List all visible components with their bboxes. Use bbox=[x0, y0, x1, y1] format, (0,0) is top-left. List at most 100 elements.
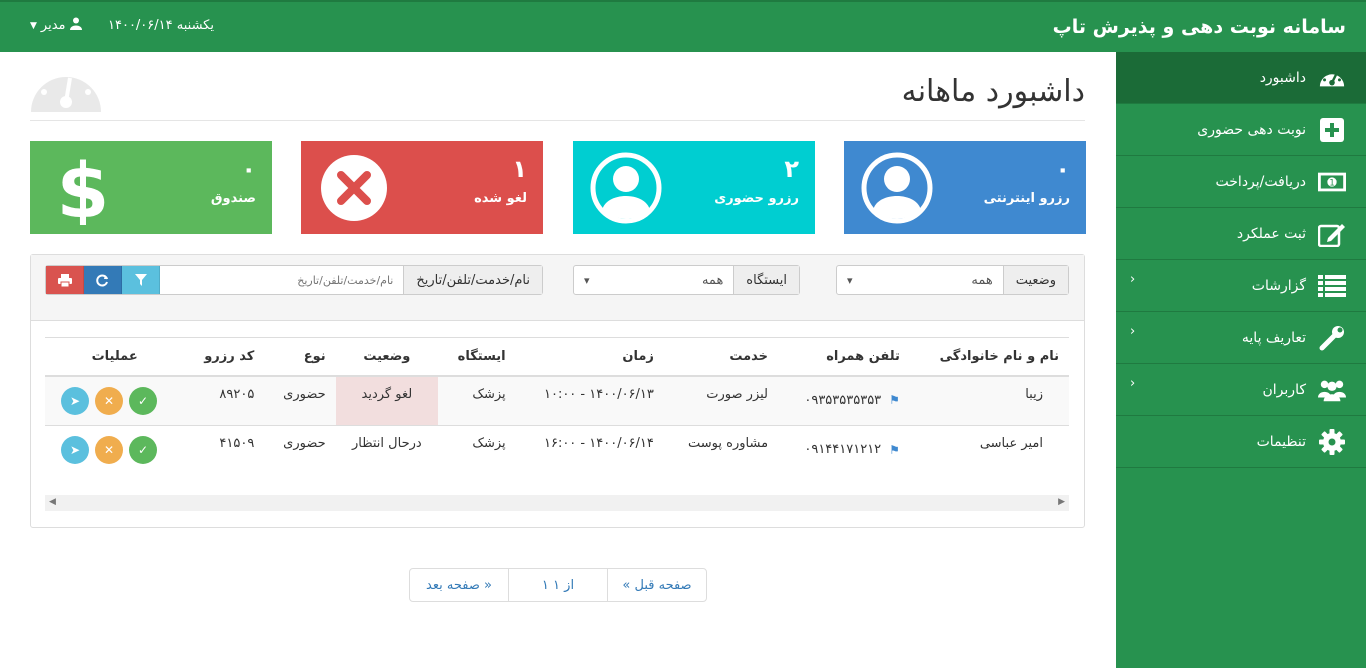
reservations-table-wrapper: نام و نام خانوادگی تلفن همراه خدمت زمان … bbox=[45, 337, 1069, 476]
next-page-button[interactable]: صفحه بعد » bbox=[410, 569, 508, 601]
reservations-table: نام و نام خانوادگی تلفن همراه خدمت زمان … bbox=[45, 337, 1069, 476]
wrench-icon bbox=[1318, 325, 1346, 351]
col-service[interactable]: خدمت bbox=[663, 337, 779, 377]
search-input[interactable] bbox=[160, 266, 404, 294]
filter-button[interactable] bbox=[122, 266, 160, 294]
sidebar-item-base-definitions[interactable]: › تعاریف پایه bbox=[1116, 312, 1366, 364]
stat-card-online-reservations[interactable]: ۰ رزرو اینترنتی bbox=[844, 141, 1086, 234]
sidebar-item-dashboard[interactable]: داشبورد bbox=[1116, 52, 1366, 104]
stat-label: لغو شده bbox=[474, 191, 527, 206]
dashboard-gauge-icon bbox=[30, 56, 102, 112]
sidebar-item-users[interactable]: › کاربران bbox=[1116, 364, 1366, 416]
telegram-icon[interactable]: ➤ bbox=[61, 436, 89, 464]
cell-phone: ⚑ ۰۹۱۴۴۱۷۱۲۱۲ bbox=[778, 425, 910, 476]
user-name: مدیر bbox=[40, 18, 66, 33]
times-circle-icon bbox=[317, 151, 391, 225]
refresh-icon bbox=[96, 274, 108, 286]
sidebar-item-inperson-booking[interactable]: نوبت دهی حضوری bbox=[1116, 104, 1366, 156]
sidebar-item-label: نوبت دهی حضوری bbox=[1197, 121, 1306, 138]
scroll-left-icon[interactable]: ◀ bbox=[49, 497, 56, 507]
col-code[interactable]: کد رزرو bbox=[184, 337, 265, 377]
cell-type: حضوری bbox=[264, 375, 336, 426]
sidebar-item-label: ثبت عملکرد bbox=[1236, 225, 1306, 242]
user-circle-icon bbox=[589, 151, 663, 225]
user-menu[interactable]: ▼ مدیر bbox=[30, 17, 82, 34]
svg-text:$: $ bbox=[57, 151, 110, 225]
sidebar-item-payments[interactable]: دریافت/پرداخت 1 bbox=[1116, 156, 1366, 208]
sidebar-item-settings[interactable]: تنظیمات bbox=[1116, 416, 1366, 468]
cell-type: حضوری bbox=[264, 425, 336, 476]
cell-name: امیر عباسی bbox=[909, 425, 1069, 476]
cell-service: لیزر صورت bbox=[663, 375, 779, 426]
station-select[interactable]: ▾ همه bbox=[574, 266, 733, 294]
calendar-check-icon[interactable]: ✓ bbox=[129, 386, 157, 415]
cell-name: زیبا bbox=[909, 375, 1069, 426]
col-station[interactable]: ایستگاه bbox=[438, 337, 516, 377]
top-navbar: سامانه نوبت دهی و پذیرش تاپ یکشنبه ۱۴۰۰/… bbox=[0, 0, 1366, 52]
flag-icon[interactable]: ⚑ bbox=[889, 443, 900, 457]
stat-card-inperson-reservations[interactable]: ۲ رزرو حضوری bbox=[573, 141, 815, 234]
flag-icon[interactable]: ⚑ bbox=[889, 393, 900, 407]
sidebar-item-label: تعاریف پایه bbox=[1241, 329, 1306, 346]
status-select[interactable]: ▾ همه bbox=[837, 266, 1003, 294]
stat-card-fund[interactable]: ۰ صندوق $ bbox=[30, 141, 272, 235]
col-time[interactable]: زمان bbox=[515, 337, 664, 377]
col-status[interactable]: وضعیت bbox=[335, 337, 439, 377]
gear-icon bbox=[1318, 428, 1346, 455]
app-title: سامانه نوبت دهی و پذیرش تاپ bbox=[1052, 16, 1346, 38]
plus-square-icon bbox=[1318, 117, 1346, 143]
phone-number: ۰۹۱۴۴۱۷۱۲۱۲ bbox=[804, 442, 882, 457]
col-type[interactable]: نوع bbox=[264, 337, 336, 377]
cell-service: مشاوره پوست bbox=[663, 425, 779, 476]
print-button[interactable] bbox=[46, 266, 84, 294]
refresh-button[interactable] bbox=[84, 266, 122, 294]
table-row[interactable]: امیر عباسی ⚑ ۰۹۱۴۴۱۷۱۲۱۲ مشاوره پوست ۱۴۰… bbox=[45, 425, 1069, 476]
prev-page-button[interactable]: « صفحه قبل bbox=[607, 569, 706, 601]
station-filter-label: ایستگاه bbox=[733, 266, 799, 294]
cell-code: ۸۹۲۰۵ bbox=[184, 375, 265, 426]
users-icon bbox=[1318, 377, 1346, 403]
cell-station: پزشک bbox=[438, 425, 516, 476]
page-title: داشبورد ماهانه bbox=[901, 74, 1085, 109]
sidebar-item-performance[interactable]: ثبت عملکرد bbox=[1116, 208, 1366, 260]
cell-actions: ➤ ✕ ✓ bbox=[45, 425, 185, 476]
horizontal-scrollbar[interactable]: ◀ ▶ bbox=[45, 495, 1069, 511]
stat-card-cancelled[interactable]: ۱ لغو شده bbox=[301, 141, 543, 234]
scroll-right-icon[interactable]: ▶ bbox=[1058, 497, 1065, 507]
sidebar-item-reports[interactable]: › گزارشات bbox=[1116, 260, 1366, 312]
reservations-panel: ▾ همه وضعیت ▾ همه ایستگاه نام/خدمت/تلفن/… bbox=[30, 254, 1085, 528]
calendar-cancel-icon[interactable]: ✕ bbox=[95, 386, 123, 415]
calendar-check-icon[interactable]: ✓ bbox=[129, 436, 157, 464]
col-phone[interactable]: تلفن همراه bbox=[778, 337, 910, 377]
table-row[interactable]: زیبا ⚑ ۰۹۳۵۳۵۳۵۳۵۳ لیزر صورت ۱۴۰۰/۰۶/۱۳ … bbox=[45, 375, 1069, 426]
status-filter-label: وضعیت bbox=[1002, 266, 1068, 294]
user-icon bbox=[69, 17, 82, 34]
stat-label: رزرو حضوری bbox=[714, 191, 799, 206]
stat-value: ۰ bbox=[241, 155, 256, 183]
search-filter-label: نام/خدمت/تلفن/تاریخ bbox=[403, 266, 542, 294]
sidebar-item-label: داشبورد bbox=[1259, 69, 1306, 86]
stat-value: ۰ bbox=[1055, 155, 1070, 183]
search-filter: نام/خدمت/تلفن/تاریخ bbox=[45, 265, 543, 295]
filter-bar: ▾ همه وضعیت ▾ همه ایستگاه نام/خدمت/تلفن/… bbox=[31, 255, 1084, 321]
dashboard-icon bbox=[1318, 65, 1346, 91]
edit-icon bbox=[1318, 221, 1346, 247]
cell-time: ۱۴۰۰/۰۶/۱۳ - ۱۰:۰۰ bbox=[515, 375, 664, 426]
status-filter: ▾ همه وضعیت bbox=[836, 265, 1069, 295]
chevron-left-icon: › bbox=[1130, 272, 1136, 287]
chevron-left-icon: › bbox=[1130, 376, 1136, 391]
title-divider bbox=[30, 120, 1085, 121]
calendar-cancel-icon[interactable]: ✕ bbox=[95, 436, 123, 464]
sidebar-item-label: تنظیمات bbox=[1256, 433, 1306, 450]
pagination: صفحه بعد » ۱ از ۱ « صفحه قبل bbox=[409, 568, 707, 602]
stat-label: رزرو اینترنتی bbox=[983, 191, 1070, 206]
dollar-icon: $ bbox=[46, 146, 120, 235]
col-name[interactable]: نام و نام خانوادگی bbox=[909, 337, 1069, 377]
cell-time: ۱۴۰۰/۰۶/۱۴ - ۱۶:۰۰ bbox=[515, 425, 664, 476]
cell-code: ۴۱۵۰۹ bbox=[184, 425, 265, 476]
chevron-left-icon: › bbox=[1130, 324, 1136, 339]
sidebar-item-label: دریافت/پرداخت bbox=[1215, 173, 1306, 190]
telegram-icon[interactable]: ➤ bbox=[61, 386, 89, 415]
money-icon: 1 bbox=[1318, 169, 1346, 195]
caret-down-icon: ▼ bbox=[30, 20, 37, 31]
